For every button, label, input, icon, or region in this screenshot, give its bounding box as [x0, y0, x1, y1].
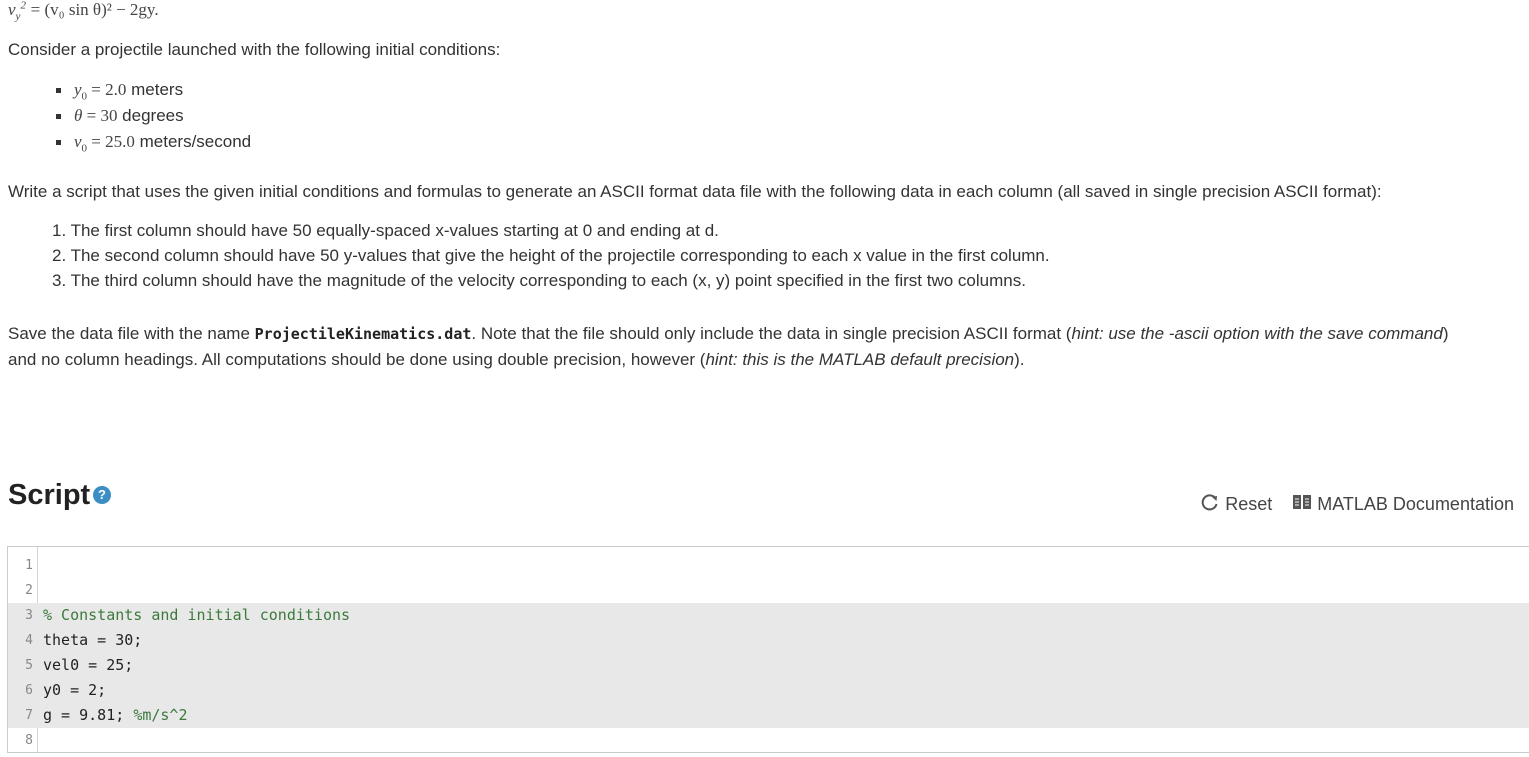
- line-number: 4: [25, 633, 33, 648]
- line-number: 7: [25, 708, 33, 723]
- formula-lhs: vy2: [8, 0, 26, 23]
- velocity-formula: vy2 = (v₀ sin θ)² − 2gy.: [8, 0, 159, 23]
- hint-ascii: hint: use the -ascii option with the sav…: [1071, 324, 1443, 343]
- script-heading: Script: [8, 479, 91, 511]
- code-line[interactable]: 2: [8, 578, 1529, 603]
- line-number: 1: [25, 558, 33, 573]
- line-number: 2: [25, 583, 33, 598]
- reset-button[interactable]: Reset: [1200, 492, 1272, 517]
- step-item: 1. The first column should have 50 equal…: [52, 221, 719, 240]
- steps-list: 1. The first column should have 50 equal…: [52, 220, 1050, 295]
- book-icon: [1292, 493, 1312, 516]
- line-number: 3: [25, 608, 33, 623]
- line-number: 8: [25, 733, 33, 748]
- line-number: 5: [25, 658, 33, 673]
- line-number: 6: [25, 683, 33, 698]
- formula-rhs: = (v₀ sin θ)² − 2gy.: [30, 0, 159, 19]
- reset-icon: [1200, 492, 1220, 517]
- hint-precision: hint: this is the MATLAB default precisi…: [705, 350, 1015, 369]
- code-line[interactable]: 3 % Constants and initial conditions: [8, 603, 1529, 628]
- intro-text: Consider a projectile launched with the …: [8, 40, 501, 59]
- code-editor[interactable]: 1 2 3 % Constants and initial conditions…: [7, 546, 1529, 753]
- code-comment: %m/s^2: [133, 706, 188, 724]
- code-comment: % Constants and initial conditions: [43, 606, 351, 624]
- code-line[interactable]: 4 theta = 30;: [8, 628, 1529, 653]
- condition-item: y0 = 2.0 meters: [56, 79, 251, 105]
- code-line[interactable]: 1: [8, 553, 1529, 578]
- condition-item: θ = 30 degrees: [56, 105, 251, 131]
- code-line[interactable]: 8: [8, 728, 1529, 752]
- task-text: Write a script that uses the given initi…: [8, 182, 1382, 201]
- reset-label: Reset: [1225, 494, 1273, 514]
- help-icon[interactable]: ?: [93, 486, 111, 504]
- docs-label: MATLAB Documentation: [1317, 494, 1514, 514]
- editor-toolbar: Reset MATLAB Documentation: [1200, 492, 1514, 517]
- filename: ProjectileKinematics.dat: [254, 325, 472, 343]
- code-line[interactable]: 5 vel0 = 25;: [8, 653, 1529, 678]
- step-item: 2. The second column should have 50 y-va…: [52, 246, 1050, 265]
- code-line[interactable]: 6 y0 = 2;: [8, 678, 1529, 703]
- conditions-list: y0 = 2.0 meters θ = 30 degrees v0 = 25.0…: [56, 79, 251, 157]
- save-instructions: Save the data file with the name Project…: [8, 324, 1449, 369]
- condition-item: v0 = 25.0 meters/second: [56, 131, 251, 157]
- code-line[interactable]: 7 g = 9.81; %m/s^2: [8, 703, 1529, 728]
- step-item: 3. The third column should have the magn…: [52, 271, 1026, 290]
- matlab-docs-link[interactable]: MATLAB Documentation: [1292, 493, 1514, 516]
